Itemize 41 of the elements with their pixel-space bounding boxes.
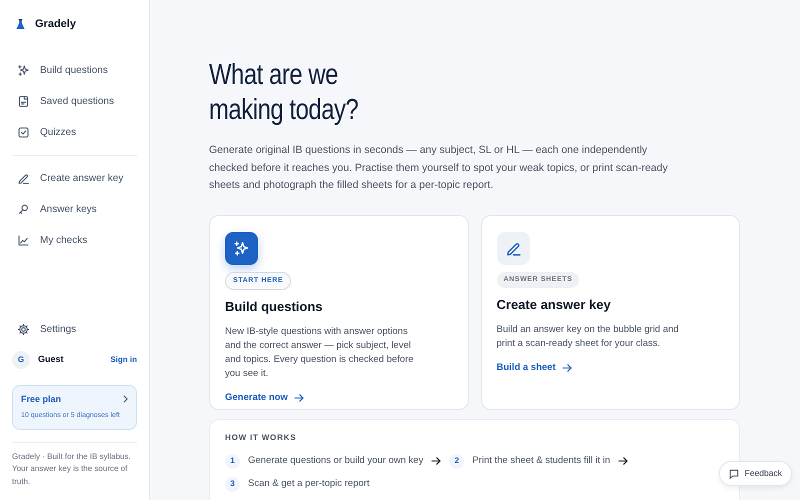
- pen-icon: [17, 172, 30, 184]
- arrow-icon: [294, 394, 304, 402]
- card-title: Build questions: [225, 298, 324, 316]
- sidebar-item[interactable]: Create answer key: [12, 164, 137, 192]
- step-text: Print the sheet & students fill it in: [472, 454, 610, 468]
- chart-icon: [17, 234, 30, 246]
- card-title: Create answer key: [496, 296, 612, 314]
- key-icon: [17, 202, 30, 216]
- sparkle-icon: [233, 240, 250, 256]
- settings-item[interactable]: Settings: [12, 314, 137, 344]
- footer-note: Gradely · Built for the IB syllabus. Your answer key is the source of truth.: [12, 442, 137, 488]
- flask-icon: [16, 18, 25, 30]
- card-link[interactable]: Generate now: [225, 390, 304, 405]
- step-text: Generate questions or build your own key: [248, 454, 424, 468]
- feedback-button[interactable]: Feedback: [718, 461, 792, 486]
- user-avatar: G: [12, 350, 30, 368]
- step-number: 2: [449, 454, 464, 468]
- sidebar-item[interactable]: Build questions: [12, 56, 137, 84]
- settings-icon: [17, 322, 30, 336]
- chat-icon: [728, 468, 739, 479]
- step-number: 1: [225, 454, 240, 468]
- sidebar-item[interactable]: Saved questions: [12, 86, 137, 116]
- sidebar-item[interactable]: Answer keys: [12, 194, 137, 224]
- step-number: 3: [225, 476, 240, 492]
- arrow-icon: [562, 364, 572, 372]
- card-link[interactable]: Build a sheet: [496, 360, 572, 375]
- checkbox-icon: [17, 126, 30, 138]
- step-text: Scan & get a per-topic report: [248, 476, 370, 491]
- sidebar-item[interactable]: Quizzes: [12, 118, 137, 146]
- user-name: Guest: [38, 352, 64, 366]
- section-title: HOW IT WORKS: [225, 432, 298, 444]
- document-icon: [17, 94, 30, 108]
- sign-in-link[interactable]: Sign in: [110, 354, 137, 366]
- card-description: New IB-style questions with answer options and the correct answer — pick subject, level and topics. Every question is checked before you see it.: [225, 324, 415, 380]
- brand-name: Gradely: [35, 17, 76, 32]
- sidebar-item[interactable]: My checks: [12, 226, 137, 254]
- card-description: Build an answer key on the bubble grid and print a scan-ready sheet for your class.: [496, 322, 680, 350]
- page-heading: What are we making today?: [209, 58, 360, 128]
- sparkle-icon: [17, 64, 30, 76]
- chevron-icon: [123, 395, 128, 404]
- intro-text: Generate original IB questions in seconds — any subject, SL or HL — each one independently checked before it reaches you. Practise them yourself to spot your weak topics, or print scan-ready sheets and photograph the filled sheets for a per-topic report.: [209, 143, 669, 193]
